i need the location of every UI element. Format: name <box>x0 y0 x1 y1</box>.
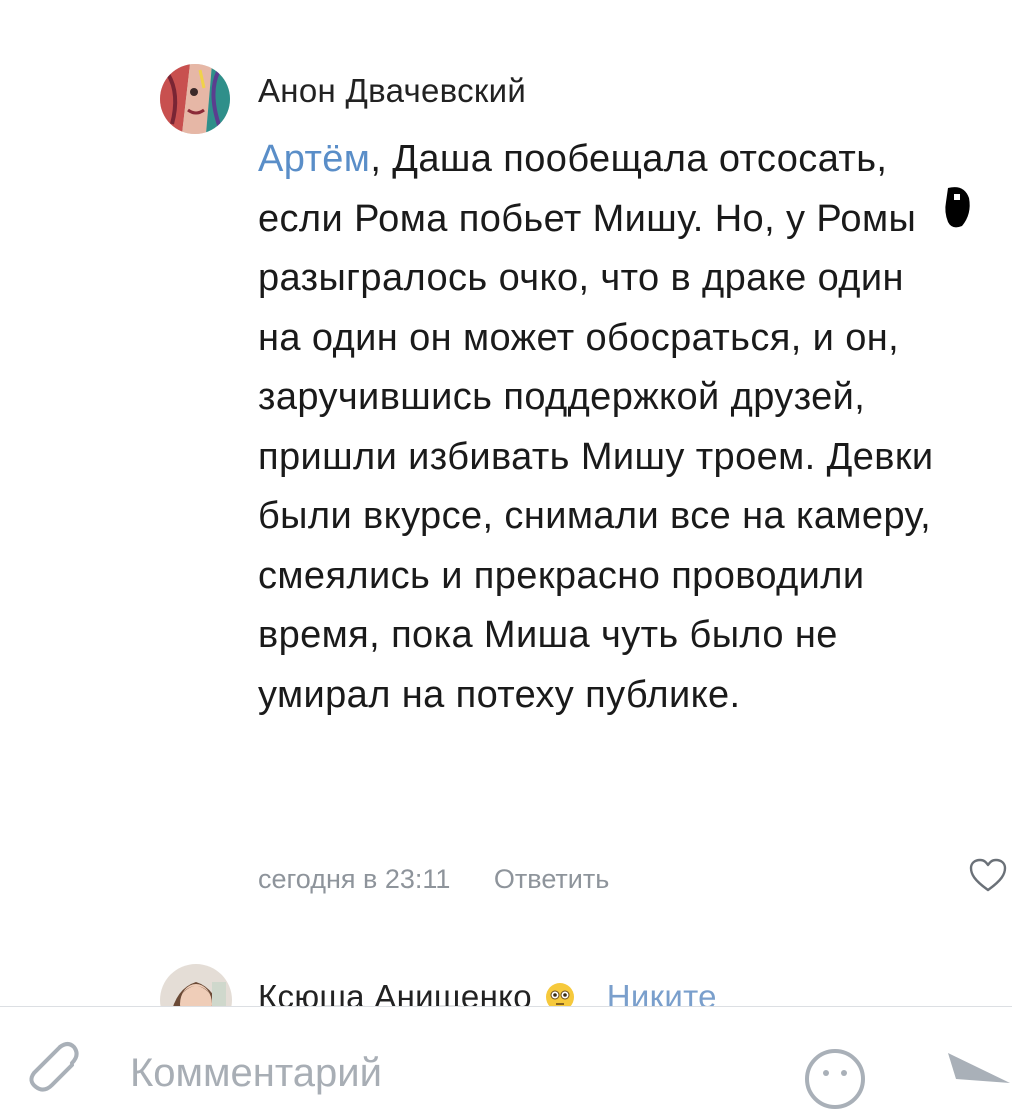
smile-icon[interactable] <box>800 1039 870 1109</box>
avatar[interactable] <box>160 64 230 134</box>
send-icon[interactable] <box>940 1043 1012 1103</box>
reply-mention-link[interactable]: Артём <box>258 138 370 180</box>
comment-meta: сегодня в 23:11 Ответить <box>258 864 609 895</box>
comment-input[interactable] <box>130 1043 730 1103</box>
comment-author[interactable]: Анон Двачевский <box>258 72 526 110</box>
comment-composer <box>0 1006 1012 1109</box>
reply-button[interactable]: Ответить <box>494 864 609 894</box>
paperclip-icon[interactable] <box>20 1035 82 1097</box>
comment-timestamp: сегодня в 23:11 <box>258 864 451 894</box>
heart-outline-icon[interactable] <box>968 858 1008 894</box>
comment-body-text: , Даша пообещала отсосать, если Рома поб… <box>258 138 934 716</box>
comment-text: Артём, Даша пообещала отсосать, если Ром… <box>258 130 948 725</box>
censor-blot <box>945 187 970 228</box>
